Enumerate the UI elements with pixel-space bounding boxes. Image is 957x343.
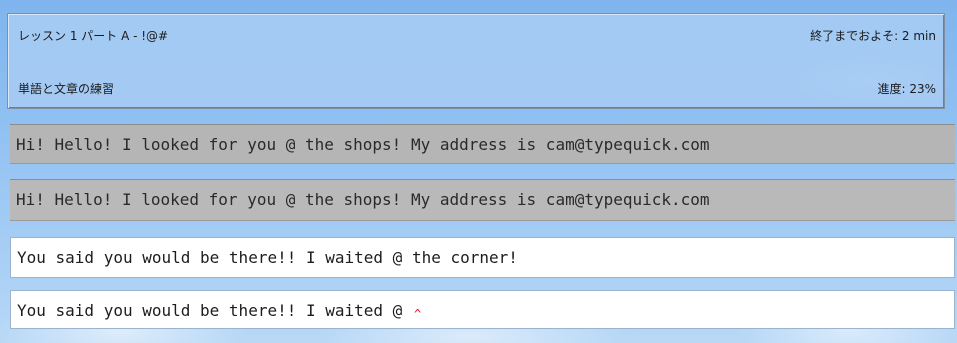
target-text-2: You said you would be there!! I waited @… <box>17 248 518 267</box>
target-text-line-1: Hi! Hello! I looked for you @ the shops!… <box>10 124 955 164</box>
lesson-header-panel: レッスン 1 パート A - !@# 終了までおよそ: 2 min 単語と文章の… <box>7 13 945 109</box>
typed-text-1: Hi! Hello! I looked for you @ the shops!… <box>16 190 710 209</box>
typing-cursor-icon: ^ <box>413 307 422 321</box>
time-remaining: 終了までおよそ: 2 min <box>810 29 936 43</box>
lesson-title: レッスン 1 パート A - !@# <box>18 29 169 43</box>
progress-indicator: 進度: 23% <box>877 82 936 96</box>
target-text-line-2: You said you would be there!! I waited @… <box>10 237 955 278</box>
typing-input-line[interactable]: You said you would be there!! I waited @… <box>10 290 955 329</box>
target-text-1: Hi! Hello! I looked for you @ the shops!… <box>16 135 710 154</box>
typed-text-2: You said you would be there!! I waited @ <box>17 301 412 320</box>
mistake-marker: x <box>469 264 474 277</box>
practice-type-label: 単語と文章の練習 <box>18 82 115 96</box>
typed-text-line-1: Hi! Hello! I looked for you @ the shops!… <box>10 179 955 221</box>
